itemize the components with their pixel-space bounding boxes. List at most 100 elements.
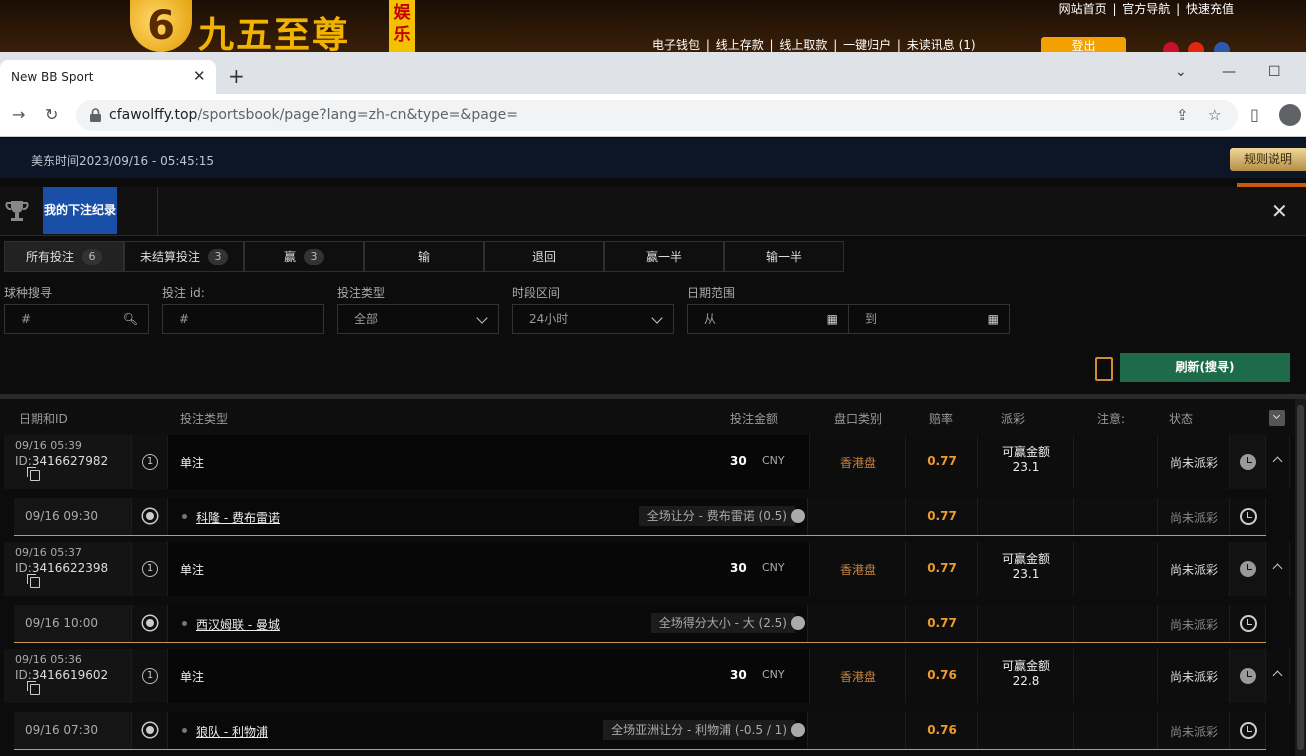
- tab-all-bets[interactable]: 所有投注 6: [4, 241, 124, 272]
- cell-market: 香港盘: [810, 435, 906, 489]
- match-link[interactable]: 科隆 - 费布雷诺: [196, 509, 280, 526]
- lock-icon: [90, 108, 101, 122]
- leg-payout-cell: [978, 498, 1074, 535]
- forward-icon[interactable]: →: [12, 105, 25, 124]
- bet-id-input[interactable]: #: [162, 304, 324, 334]
- profile-avatar[interactable]: [1279, 104, 1301, 126]
- cell-type-icon: 1: [132, 435, 168, 489]
- reload-icon[interactable]: ↻: [45, 105, 58, 124]
- copy-icon[interactable]: [27, 681, 40, 695]
- logo-text: 九五至尊: [198, 14, 351, 56]
- vertical-scrollbar[interactable]: [1295, 399, 1306, 756]
- col-note: 注意:: [1097, 412, 1126, 426]
- col-market: 盘口类别: [834, 412, 883, 426]
- tab-lose[interactable]: 输: [364, 241, 484, 272]
- site-links-top: 网站首页 | 官方导航 | 快速充值: [1058, 2, 1234, 16]
- col-status: 状态: [1169, 412, 1194, 426]
- tab-half-lose[interactable]: 输一半: [724, 241, 844, 272]
- bookmark-star-icon[interactable]: ☆: [1208, 106, 1221, 124]
- search-icon[interactable]: 🔍︎: [123, 305, 138, 333]
- link-recharge[interactable]: 快速充值: [1186, 2, 1234, 16]
- info-icon[interactable]: [791, 509, 805, 523]
- time-strip: 美东时间2023/09/16 - 05:45:15 规则说明: [0, 138, 1306, 178]
- bullet-dot: [182, 728, 187, 733]
- calendar-icon[interactable]: ▦: [827, 305, 838, 333]
- cell-clock: [1230, 542, 1266, 596]
- leg-info-cell: [808, 712, 906, 749]
- match-link[interactable]: 西汉姆联 - 曼城: [196, 616, 280, 633]
- col-date-id: 日期和ID: [19, 412, 68, 426]
- info-icon[interactable]: [791, 723, 805, 737]
- cell-payout: 可赢金额 22.8: [978, 649, 1074, 703]
- tab-unsettled[interactable]: 未结算投注 3: [124, 241, 244, 272]
- leg-clock-cell: [1230, 498, 1266, 535]
- link-withdraw[interactable]: 线上取款: [779, 38, 827, 52]
- close-icon[interactable]: ✕: [1271, 199, 1288, 223]
- bet-currency: CNY: [762, 454, 785, 467]
- copy-icon[interactable]: [27, 467, 40, 481]
- leg-sport-cell: [132, 498, 168, 535]
- clipboard-icon[interactable]: [1095, 357, 1113, 381]
- link-nav[interactable]: 官方导航: [1122, 2, 1170, 16]
- close-icon[interactable]: ✕: [193, 67, 206, 85]
- date-to-input[interactable]: 到 ▦: [848, 304, 1010, 334]
- sport-search-label: 球种搜寻: [4, 286, 53, 300]
- tab-search-icon[interactable]: ⌄: [1175, 64, 1187, 80]
- table-header: 日期和ID 投注类型 投注金额 盘口类别 赔率 派彩 注意: 状态: [0, 399, 1295, 435]
- url-input[interactable]: cfawolffy.top/sportsbook/page?lang=zh-cn…: [76, 100, 1238, 131]
- link-home[interactable]: 网站首页: [1059, 2, 1107, 16]
- scrollbar-thumb[interactable]: [1297, 405, 1304, 750]
- collapse-all-icon[interactable]: [1269, 410, 1285, 426]
- chevron-up-icon[interactable]: [1272, 456, 1283, 467]
- cell-toggle: [1266, 435, 1290, 489]
- link-messages[interactable]: 未读讯息 (1): [907, 38, 976, 52]
- link-wallet[interactable]: 电子钱包: [652, 38, 700, 52]
- cell-status: 尚未派彩: [1158, 649, 1230, 703]
- leg-match-cell: 西汉姆联 - 曼城 全场得分大小 - 大 (2.5): [168, 605, 808, 642]
- bet-date: 09/16 05:39: [15, 439, 82, 452]
- calendar-icon[interactable]: ▦: [988, 305, 999, 333]
- share-icon[interactable]: ⇪: [1176, 106, 1189, 124]
- tab-refund[interactable]: 退回: [484, 241, 604, 272]
- browser-tab[interactable]: New BB Sport ✕: [0, 60, 216, 94]
- filter-tabs: 所有投注 6 未结算投注 3 赢3 输 退回 赢一半 输一半: [4, 241, 844, 272]
- maximize-icon[interactable]: ☐: [1268, 64, 1281, 80]
- bet-id: ID:3416619602: [15, 668, 109, 682]
- single-bet-icon: 1: [142, 668, 158, 684]
- match-link[interactable]: 狼队 - 利物浦: [196, 723, 268, 740]
- soccer-ball-icon: [143, 509, 157, 523]
- chevron-down-icon: [651, 312, 663, 324]
- cell-odds: 0.76: [906, 649, 978, 703]
- cell-type-icon: 1: [132, 542, 168, 596]
- table-row[interactable]: 09/16 05:37 ID:3416622398 1 单注 30 CNY 香港…: [4, 542, 1290, 596]
- table-row[interactable]: 09/16 05:39 ID:3416627982 1 单注 30 CNY 香港…: [4, 435, 1290, 489]
- single-bet-icon: 1: [142, 561, 158, 577]
- link-merge[interactable]: 一键归户: [843, 38, 891, 52]
- count-badge: 6: [82, 248, 102, 265]
- minimize-icon[interactable]: —: [1222, 64, 1236, 80]
- sport-search-input[interactable]: # 🔍︎: [4, 304, 149, 334]
- table-row[interactable]: 09/16 05:36 ID:3416619602 1 单注 30 CNY 香港…: [4, 649, 1290, 703]
- logout-button[interactable]: 登出: [1041, 37, 1126, 52]
- leg-status-cell: 尚未派彩: [1158, 605, 1230, 642]
- leg-clock-cell: [1230, 605, 1266, 642]
- date-from-input[interactable]: 从 ▦: [687, 304, 849, 334]
- cell-payout: 可赢金额 23.1: [978, 435, 1074, 489]
- bet-type-select[interactable]: 全部: [337, 304, 499, 334]
- panel-title-tab[interactable]: 我的下注纪录: [43, 187, 117, 234]
- tab-half-win[interactable]: 赢一半: [604, 241, 724, 272]
- leg-payout-cell: [978, 605, 1074, 642]
- chevron-down-icon: [476, 312, 488, 324]
- chevron-up-icon[interactable]: [1272, 670, 1283, 681]
- tab-win[interactable]: 赢3: [244, 241, 364, 272]
- copy-icon[interactable]: [27, 574, 40, 588]
- cell-type-icon: 1: [132, 649, 168, 703]
- refresh-search-button[interactable]: 刷新(搜寻): [1120, 353, 1290, 382]
- sidepanel-icon[interactable]: ▯: [1250, 105, 1259, 124]
- link-deposit[interactable]: 线上存款: [716, 38, 764, 52]
- rules-button[interactable]: 规则说明: [1230, 148, 1306, 171]
- new-tab-icon[interactable]: +: [228, 64, 245, 88]
- period-select[interactable]: 24小时: [512, 304, 674, 334]
- info-icon[interactable]: [791, 616, 805, 630]
- chevron-up-icon[interactable]: [1272, 563, 1283, 574]
